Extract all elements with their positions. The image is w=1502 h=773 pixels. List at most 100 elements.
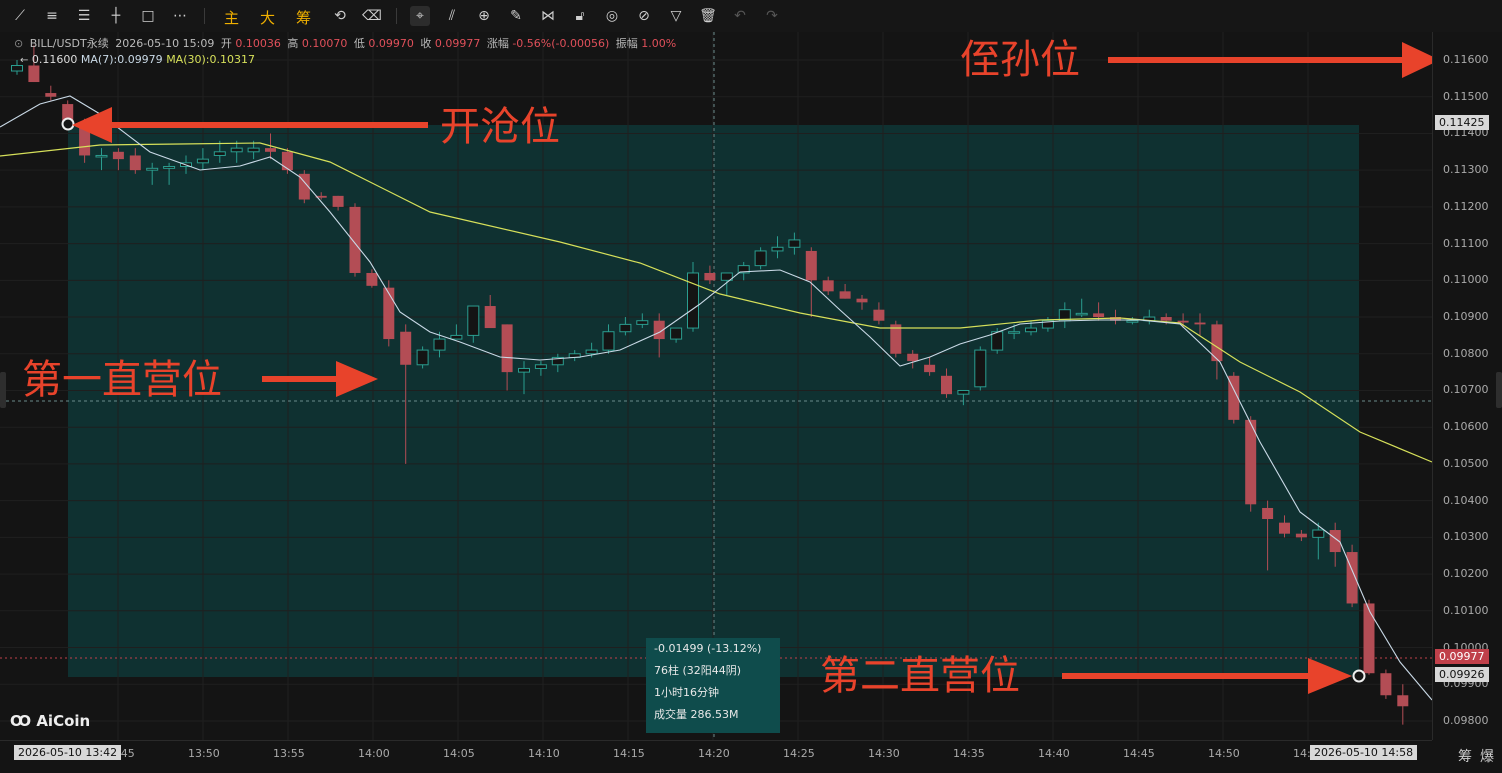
zoom-icon[interactable]: ⊕: [474, 6, 494, 26]
candle-down[interactable]: [1363, 603, 1375, 674]
big-button[interactable]: 大: [260, 7, 275, 28]
chips-button[interactable]: 筹: [296, 7, 311, 28]
collapse-icon[interactable]: ⊙: [14, 37, 23, 50]
candle-up[interactable]: [754, 250, 767, 267]
chips-corner-button[interactable]: 筹: [1458, 746, 1472, 766]
candle-up[interactable]: [1008, 331, 1021, 334]
candle-down[interactable]: [112, 151, 124, 160]
candle-down[interactable]: [484, 306, 496, 329]
price-tick: 0.11200: [1443, 199, 1489, 213]
candle-up[interactable]: [957, 389, 970, 395]
right-collapse-tab[interactable]: [1496, 372, 1502, 408]
candle-up[interactable]: [11, 65, 23, 72]
time-axis[interactable]: 13:4513:5013:5514:0014:0514:1014:1514:20…: [0, 740, 1432, 773]
candle-down[interactable]: [1346, 552, 1358, 604]
candle-down[interactable]: [924, 364, 936, 373]
rectangle-icon[interactable]: □: [138, 6, 158, 26]
candle-up[interactable]: [619, 323, 632, 333]
candle-up[interactable]: [771, 246, 784, 252]
candle-down[interactable]: [1295, 533, 1307, 538]
candle-down[interactable]: [281, 151, 293, 171]
candle-up[interactable]: [196, 158, 209, 164]
brush-icon[interactable]: ✎: [506, 6, 526, 26]
magnet-icon[interactable]: ⌖: [410, 6, 430, 26]
line-tool-icon[interactable]: ⟋: [10, 6, 30, 26]
candle-down[interactable]: [1177, 320, 1189, 323]
candle-down[interactable]: [941, 375, 952, 395]
candle-down[interactable]: [332, 195, 344, 207]
candle-up[interactable]: [788, 239, 801, 248]
candle-down[interactable]: [1160, 317, 1172, 321]
explode-corner-button[interactable]: 爆: [1480, 746, 1494, 766]
hide-drawings-icon[interactable]: ◎: [602, 6, 622, 26]
candle-down[interactable]: [1245, 419, 1257, 505]
candle-down[interactable]: [890, 324, 902, 354]
candle-up[interactable]: [230, 147, 243, 153]
ma-collapse-icon[interactable]: ←: [20, 55, 28, 66]
candle-up[interactable]: [1075, 312, 1088, 316]
entry-marker[interactable]: [61, 117, 75, 131]
candle-up[interactable]: [163, 165, 176, 169]
candle-up[interactable]: [416, 349, 429, 366]
more-icon[interactable]: ⋯: [170, 6, 190, 26]
candle-up[interactable]: [1025, 327, 1037, 333]
candle-down[interactable]: [366, 272, 378, 286]
trash-icon[interactable]: 🗑︎: [698, 6, 718, 26]
pattern-icon[interactable]: ⋈: [538, 6, 558, 26]
candle-down[interactable]: [873, 309, 885, 321]
candle-up[interactable]: [146, 167, 159, 171]
candle-down[interactable]: [1380, 673, 1392, 696]
measure-ruler-icon[interactable]: ⫽: [442, 6, 462, 26]
second-add-marker[interactable]: [1352, 669, 1366, 683]
link-icon[interactable]: ⊘: [634, 6, 654, 26]
candle-up[interactable]: [1312, 529, 1325, 538]
candle-down[interactable]: [1397, 695, 1409, 707]
candle-up[interactable]: [534, 364, 547, 369]
refresh-icon[interactable]: ⟲: [330, 6, 350, 26]
candle-up[interactable]: [450, 334, 463, 340]
candle-down[interactable]: [45, 93, 57, 97]
candle-up[interactable]: [467, 305, 480, 336]
candle-down[interactable]: [400, 331, 412, 365]
candle-up[interactable]: [636, 320, 649, 325]
candle-up[interactable]: [602, 331, 615, 351]
candle-up[interactable]: [95, 154, 108, 158]
candle-up[interactable]: [518, 367, 530, 373]
candle-up[interactable]: [687, 272, 699, 329]
lock-icon[interactable]: 🔓︎: [570, 6, 590, 26]
candle-down[interactable]: [28, 65, 40, 83]
eraser-icon[interactable]: ⌫: [362, 6, 382, 26]
price-axis[interactable]: 0.11600 0.11500 0.11400 0.11300 0.11200 0.111…: [1432, 32, 1502, 740]
candle-down[interactable]: [805, 250, 817, 281]
main-button[interactable]: 主: [224, 7, 239, 28]
horizontal-line-icon[interactable]: ┼: [106, 6, 126, 26]
candle-up[interactable]: [991, 331, 1004, 351]
candle-down[interactable]: [704, 272, 716, 281]
candle-down[interactable]: [907, 353, 919, 362]
candle-down[interactable]: [822, 280, 834, 292]
candle-down[interactable]: [383, 287, 395, 340]
candle-down[interactable]: [1093, 313, 1105, 318]
candle-down[interactable]: [501, 324, 513, 373]
candle-down[interactable]: [1262, 507, 1274, 519]
candle-down[interactable]: [129, 155, 141, 171]
candle-down[interactable]: [1194, 322, 1206, 325]
candle-up[interactable]: [670, 327, 683, 340]
candle-up[interactable]: [433, 338, 446, 351]
candle-down[interactable]: [856, 298, 868, 303]
filter-icon[interactable]: ▽: [666, 6, 686, 26]
redo-icon[interactable]: ↷: [762, 6, 782, 26]
candle-up[interactable]: [1126, 320, 1139, 323]
parallel-line-icon[interactable]: ≡: [42, 6, 62, 26]
left-collapse-tab[interactable]: [0, 372, 6, 408]
candle-down[interactable]: [1279, 522, 1290, 534]
undo-icon[interactable]: ↶: [730, 6, 750, 26]
candle-up[interactable]: [974, 349, 987, 388]
candle-up[interactable]: [213, 151, 226, 156]
candle-down[interactable]: [265, 148, 276, 152]
candle-up[interactable]: [585, 349, 598, 355]
candle-down[interactable]: [839, 291, 851, 299]
multi-line-icon[interactable]: ☰: [74, 6, 94, 26]
candle-down[interactable]: [349, 206, 361, 273]
candle-up[interactable]: [247, 147, 260, 153]
